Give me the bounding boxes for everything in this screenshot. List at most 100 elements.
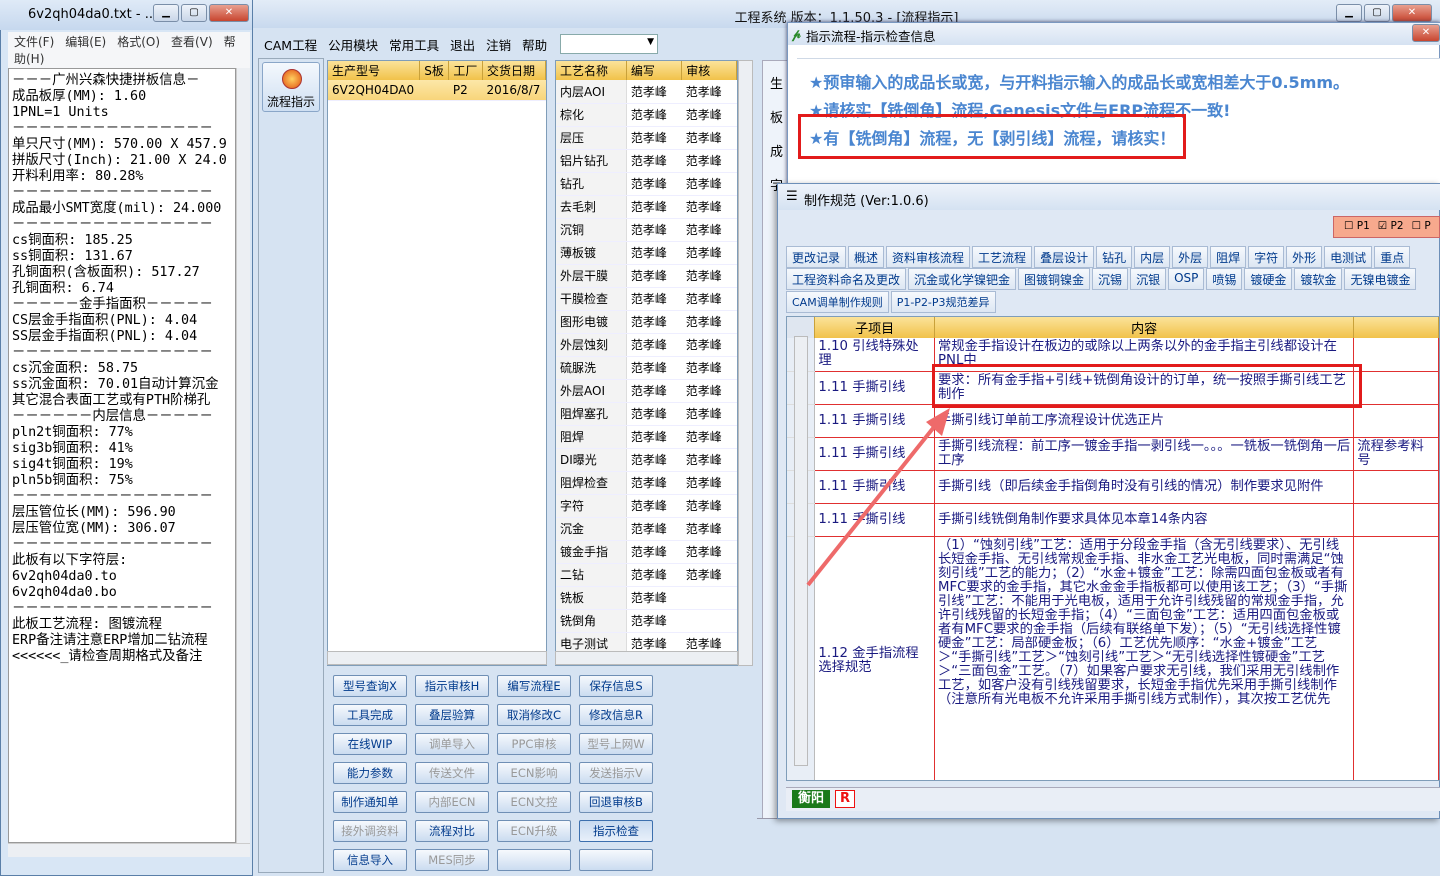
action-button[interactable]: 流程对比 [415, 820, 489, 842]
notepad-horizontal-scrollbar[interactable] [8, 843, 250, 857]
grid-header[interactable]: 审核 [681, 61, 737, 80]
app-menu-item[interactable]: 帮助 [522, 35, 547, 54]
table-row[interactable]: 铣板 范孝峰 [556, 586, 737, 610]
grid-header[interactable]: S板 [419, 61, 450, 80]
action-button[interactable]: 指示检查 [579, 820, 653, 842]
action-button[interactable]: 发送指示V [579, 762, 653, 784]
table-row[interactable]: 铝片钻孔 范孝峰 范孝峰 [556, 149, 737, 173]
spec-tab[interactable]: 字符 [1248, 246, 1285, 268]
grid-header[interactable]: 内容 [934, 317, 1355, 338]
spec-tab[interactable]: 工程资料命名及更改 [786, 268, 907, 290]
grid-header[interactable]: 交货日期 [482, 61, 546, 80]
action-button[interactable]: 指示审核H [415, 675, 489, 697]
minimize-button[interactable]: ▁ [153, 4, 179, 22]
action-button[interactable]: ECN影响 [497, 762, 571, 784]
action-button[interactable]: ECN文控 [497, 791, 571, 813]
table-row[interactable]: DI曝光 范孝峰 范孝峰 [556, 448, 737, 472]
footer-r-badge[interactable]: R [835, 790, 855, 808]
table-row[interactable]: 阻焊塞孔 范孝峰 范孝峰 [556, 402, 737, 426]
spec-tab[interactable]: 资料审核流程 [886, 246, 971, 268]
action-button[interactable]: 编写流程E [497, 675, 571, 697]
grid-header[interactable]: 工艺名称 [556, 61, 627, 80]
action-button[interactable]: 叠层验算 [415, 704, 489, 726]
footer-site-badge[interactable]: 衡阳 [792, 790, 830, 808]
table-row[interactable]: 沉铜 范孝峰 范孝峰 [556, 218, 737, 242]
process-grid-vscrollbar[interactable] [738, 60, 753, 666]
plant-toggle[interactable]: ☐ P1 [1344, 220, 1370, 232]
spec-tab[interactable]: 阻焊 [1210, 246, 1247, 268]
spec-tab[interactable]: 喷锡 [1206, 268, 1243, 290]
table-row[interactable]: 去毛刺 范孝峰 范孝峰 [556, 195, 737, 219]
action-button[interactable] [497, 849, 571, 871]
table-row[interactable]: 硫脲洗 范孝峰 范孝峰 [556, 356, 737, 380]
table-row[interactable]: 图形电镀 范孝峰 范孝峰 [556, 310, 737, 334]
app-minimize-button[interactable]: ▁ [1336, 4, 1362, 22]
action-button[interactable]: 传送文件 [415, 762, 489, 784]
notepad-menu-item[interactable]: 格式(O) [117, 35, 160, 49]
plant-toggle[interactable]: ☑ P2 [1378, 220, 1404, 232]
table-row[interactable]: 二钻 范孝峰 范孝峰 [556, 563, 737, 587]
grid-header[interactable]: 编写 [626, 61, 683, 80]
close-button[interactable]: ✕ [209, 4, 249, 22]
table-row[interactable]: 铣倒角 范孝峰 [556, 609, 737, 633]
action-button[interactable]: MES同步 [415, 849, 489, 871]
table-row[interactable]: 内层AOI 范孝峰 范孝峰 [556, 80, 737, 104]
table-row[interactable]: 阻焊 范孝峰 范孝峰 [556, 425, 737, 449]
model-grid-hscrollbar[interactable] [327, 651, 547, 665]
table-row[interactable]: 棕化 范孝峰 范孝峰 [556, 103, 737, 127]
action-button[interactable]: 在线WIP [333, 733, 407, 755]
checkbox-icon[interactable]: ☐ [1412, 220, 1425, 232]
process-grid-hscrollbar[interactable] [555, 651, 738, 665]
app-close-button[interactable]: ✕ [1392, 4, 1432, 22]
spec-tab[interactable]: OSP [1168, 268, 1205, 290]
action-button[interactable]: PPC审核 [497, 733, 571, 755]
checkbox-icon[interactable]: ☑ [1378, 220, 1391, 232]
spec-tab[interactable]: 外形 [1286, 246, 1323, 268]
action-button[interactable]: 取消修改C [497, 704, 571, 726]
spec-tab[interactable]: 镀硬金 [1244, 268, 1293, 290]
checkbox-icon[interactable]: ☐ [1344, 220, 1357, 232]
toolbar-combo[interactable]: ▼ [560, 34, 658, 54]
action-button[interactable]: 制作通知单 [333, 791, 407, 813]
plant-toggle[interactable]: ☐ P [1412, 220, 1431, 232]
action-button[interactable]: 型号上网W [579, 733, 653, 755]
action-button[interactable]: 工具完成 [333, 704, 407, 726]
check-window-close-button[interactable]: ✕ [1412, 24, 1440, 42]
spec-tab[interactable]: 钻孔 [1096, 246, 1133, 268]
table-row[interactable]: 镀金手指 范孝峰 范孝峰 [556, 540, 737, 564]
notepad-text-area[interactable]: －－－广州兴森快捷拼板信息－ 成品板厚(MM): 1.60 1PNL=1 Units… [8, 68, 236, 843]
action-button[interactable]: 修改信息R [579, 704, 653, 726]
spec-tab[interactable]: 沉锡 [1092, 268, 1129, 290]
table-row[interactable]: 6V2QH04DA0 P2 2016/8/7 [328, 80, 546, 101]
grid-header[interactable]: 子项目 [814, 317, 935, 338]
action-button[interactable]: 回退审核B [579, 791, 653, 813]
spec-tab[interactable]: 镀软金 [1294, 268, 1343, 290]
app-menu-item[interactable]: 公用模块 [328, 35, 378, 54]
table-row[interactable]: 沉金 范孝峰 范孝峰 [556, 517, 737, 541]
action-button[interactable]: 内部ECN [415, 791, 489, 813]
table-row[interactable]: 外层干膜 范孝峰 范孝峰 [556, 264, 737, 288]
spec-tab[interactable]: 更改记录 [786, 246, 847, 268]
spec-tab[interactable]: 外层 [1172, 246, 1209, 268]
app-maximize-button[interactable]: ▢ [1364, 4, 1390, 22]
spec-tab[interactable]: 沉银 [1130, 268, 1167, 290]
spec-tab[interactable]: 图镀铜镍金 [1018, 268, 1091, 290]
notepad-menu-item[interactable]: 文件(F) [14, 35, 54, 49]
table-row[interactable]: 薄板镀 范孝峰 范孝峰 [556, 241, 737, 265]
grid-header[interactable]: 工厂 [448, 61, 483, 80]
action-button[interactable]: 型号查询X [333, 675, 407, 697]
table-row[interactable]: 钻孔 范孝峰 范孝峰 [556, 172, 737, 196]
table-row[interactable]: 干膜检查 范孝峰 范孝峰 [556, 287, 737, 311]
spec-tab[interactable]: 无镍电镀金 [1344, 268, 1417, 290]
app-menu-item[interactable]: 常用工具 [389, 35, 439, 54]
notepad-menu-item[interactable]: 查看(V) [171, 35, 213, 49]
action-button[interactable]: 调单导入 [415, 733, 489, 755]
spec-tab[interactable]: 重点 [1374, 246, 1411, 268]
action-button[interactable]: 能力参数 [333, 762, 407, 784]
table-row[interactable]: 阻焊检查 范孝峰 范孝峰 [556, 471, 737, 495]
spec-tab[interactable]: 叠层设计 [1034, 246, 1095, 268]
app-menu-item[interactable]: 退出 [450, 35, 475, 54]
spec-tab[interactable]: CAM调单制作规则 [786, 291, 889, 313]
table-row[interactable]: 字符 范孝峰 范孝峰 [556, 494, 737, 518]
flow-instruction-button[interactable]: 流程指示 [262, 62, 320, 112]
